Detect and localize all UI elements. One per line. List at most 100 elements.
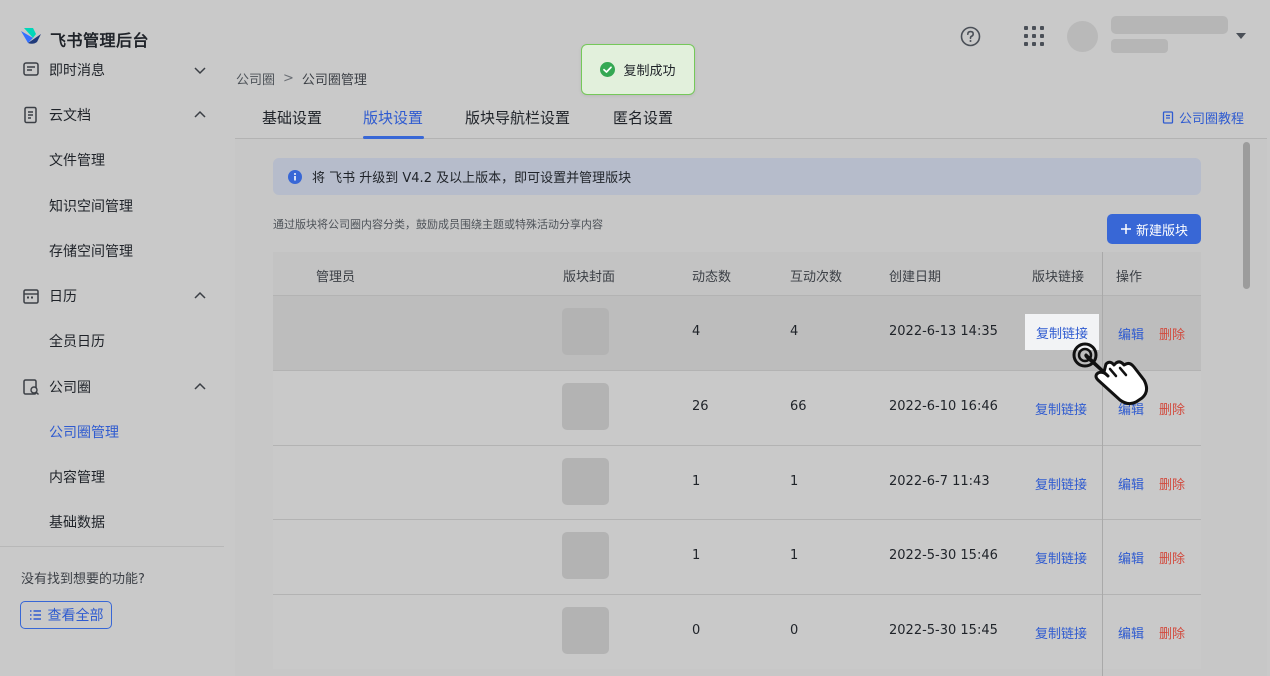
interactions-count: 66 [790, 399, 807, 414]
table-row: 26 66 2022-6-10 16:46 复制链接 编辑 删除 [273, 370, 1201, 445]
hand-pointer-cursor-icon [1072, 342, 1149, 406]
sidebar-item-moments-management[interactable]: 公司圈管理 [0, 417, 224, 447]
created-date: 2022-5-30 15:45 [889, 623, 998, 638]
posts-count: 1 [692, 548, 701, 563]
view-all-button[interactable]: 查看全部 [20, 601, 112, 629]
sidebar-item-label: 全员日历 [49, 334, 105, 350]
sidebar-item-calendar[interactable]: 日历 [0, 281, 224, 311]
sidebar-item-label: 即时消息 [49, 63, 105, 79]
interactions-count: 0 [790, 623, 799, 638]
copy-link-button[interactable]: 复制链接 [1035, 548, 1087, 567]
caret-down-icon[interactable] [1236, 33, 1246, 39]
sidebar-item-knowledge-space[interactable]: 知识空间管理 [0, 191, 224, 221]
posts-count: 1 [692, 474, 701, 489]
column-header-date: 创建日期 [889, 270, 942, 285]
scrollbar-thumb[interactable] [1243, 142, 1250, 289]
sidebar-item-storage[interactable]: 存储空间管理 [0, 236, 224, 266]
sidebar-item-label: 公司圈 [49, 380, 91, 396]
sidebar-item-moments[interactable]: 公司圈 [0, 372, 224, 402]
interactions-count: 1 [790, 474, 799, 489]
user-name-placeholder [1111, 16, 1228, 34]
sidebar: 即时消息 云文档 文件管理 知识空间管理 存储空间管理 日历 全员日历 公司圈 … [0, 55, 224, 676]
sidebar-item-label: 存储空间管理 [49, 244, 133, 260]
user-subtitle-placeholder [1111, 39, 1168, 53]
created-date: 2022-6-13 14:35 [889, 324, 998, 339]
delete-button[interactable]: 删除 [1159, 324, 1185, 343]
scrollbar[interactable] [1240, 140, 1252, 676]
table-header: 管理员 版块封面 动态数 互动次数 创建日期 版块链接 操作 [273, 252, 1201, 296]
copy-link-button[interactable]: 复制链接 [1035, 623, 1087, 642]
sidebar-item-label: 文件管理 [49, 153, 105, 169]
sidebar-item-label: 日历 [49, 289, 77, 305]
active-tab-indicator [363, 136, 424, 139]
delete-button[interactable]: 删除 [1159, 623, 1185, 642]
delete-button[interactable]: 删除 [1159, 548, 1185, 567]
sidebar-item-im[interactable]: 即时消息 [0, 55, 224, 85]
sidebar-item-docs[interactable]: 云文档 [0, 100, 224, 130]
info-icon [288, 169, 302, 184]
section-description: 通过版块将公司圈内容分类，鼓励成员围绕主题或特殊活动分享内容 [273, 218, 603, 231]
actions-column-divider [1102, 252, 1103, 676]
interactions-count: 1 [790, 548, 799, 563]
sidebar-item-label: 基础数据 [49, 515, 105, 531]
edit-button[interactable]: 编辑 [1118, 474, 1144, 493]
sidebar-item-label: 云文档 [49, 108, 91, 124]
sidebar-divider [0, 546, 224, 547]
chevron-up-icon [194, 382, 206, 390]
table-row: 1 1 2022-6-7 11:43 复制链接 编辑 删除 [273, 445, 1201, 520]
sidebar-item-label: 公司圈管理 [49, 425, 119, 441]
new-section-button[interactable]: 新建版块 [1107, 214, 1201, 244]
table-row: 1 1 2022-5-30 15:46 复制链接 编辑 删除 [273, 519, 1201, 594]
posts-count: 0 [692, 623, 701, 638]
created-date: 2022-6-10 16:46 [889, 399, 998, 414]
upgrade-banner: 将 飞书 升级到 V4.2 及以上版本，即可设置并管理版块 [273, 158, 1201, 195]
section-cover-image [562, 458, 609, 505]
book-icon [1162, 111, 1174, 124]
document-icon [24, 106, 37, 124]
toast-text: 复制成功 [623, 64, 676, 79]
sidebar-item-basic-data[interactable]: 基础数据 [0, 507, 224, 537]
posts-count: 26 [692, 399, 709, 414]
column-header-interactions: 互动次数 [790, 270, 843, 285]
calendar-icon [23, 289, 39, 304]
tab-basic-settings[interactable]: 基础设置 [262, 107, 322, 128]
sidebar-item-content-management[interactable]: 内容管理 [0, 462, 224, 492]
sidebar-item-file-management[interactable]: 文件管理 [0, 145, 224, 175]
table-row: 0 0 2022-5-30 15:45 复制链接 编辑 删除 [273, 594, 1201, 669]
interactions-count: 4 [790, 324, 799, 339]
created-date: 2022-6-7 11:43 [889, 474, 990, 489]
help-circle-icon[interactable] [960, 26, 981, 47]
tab-section-nav-settings[interactable]: 版块导航栏设置 [465, 107, 570, 128]
sidebar-item-label: 知识空间管理 [49, 199, 133, 215]
section-cover-image [562, 532, 609, 579]
tab-section-settings[interactable]: 版块设置 [363, 107, 423, 128]
tab-anonymous-settings[interactable]: 匿名设置 [613, 107, 673, 128]
message-icon [23, 62, 39, 76]
delete-button[interactable]: 删除 [1159, 399, 1185, 418]
copy-link-button[interactable]: 复制链接 [1035, 474, 1087, 493]
success-toast: 复制成功 [581, 44, 695, 95]
column-header-link: 版块链接 [1032, 270, 1085, 285]
banner-text: 将 飞书 升级到 V4.2 及以上版本，即可设置并管理版块 [312, 171, 632, 186]
breadcrumb-parent[interactable]: 公司圈 [236, 69, 275, 88]
chevron-up-icon [194, 291, 206, 299]
section-cover-image [562, 308, 609, 355]
sections-table: 管理员 版块封面 动态数 互动次数 创建日期 版块链接 操作 4 4 2022-… [273, 252, 1201, 676]
breadcrumb-current: 公司圈管理 [301, 73, 367, 88]
grid-icon[interactable] [1024, 26, 1044, 46]
section-cover-image [562, 607, 609, 654]
column-header-actions: 操作 [1116, 270, 1143, 285]
delete-button[interactable]: 删除 [1159, 474, 1185, 493]
list-icon [29, 610, 41, 620]
tutorial-link[interactable]: 公司圈教程 [1162, 108, 1244, 127]
plus-icon [1120, 224, 1131, 234]
sidebar-item-all-calendar[interactable]: 全员日历 [0, 326, 224, 356]
missing-feature-text: 没有找到想要的功能? [21, 572, 145, 587]
brand-title: 飞书管理后台 [50, 31, 150, 50]
edit-button[interactable]: 编辑 [1118, 548, 1144, 567]
tab-bar: 基础设置 版块设置 版块导航栏设置 匿名设置 公司圈教程 [235, 93, 1267, 139]
edit-button[interactable]: 编辑 [1118, 623, 1144, 642]
avatar[interactable] [1067, 21, 1098, 52]
breadcrumb-separator: > [283, 71, 294, 86]
column-header-admin: 管理员 [316, 270, 356, 285]
